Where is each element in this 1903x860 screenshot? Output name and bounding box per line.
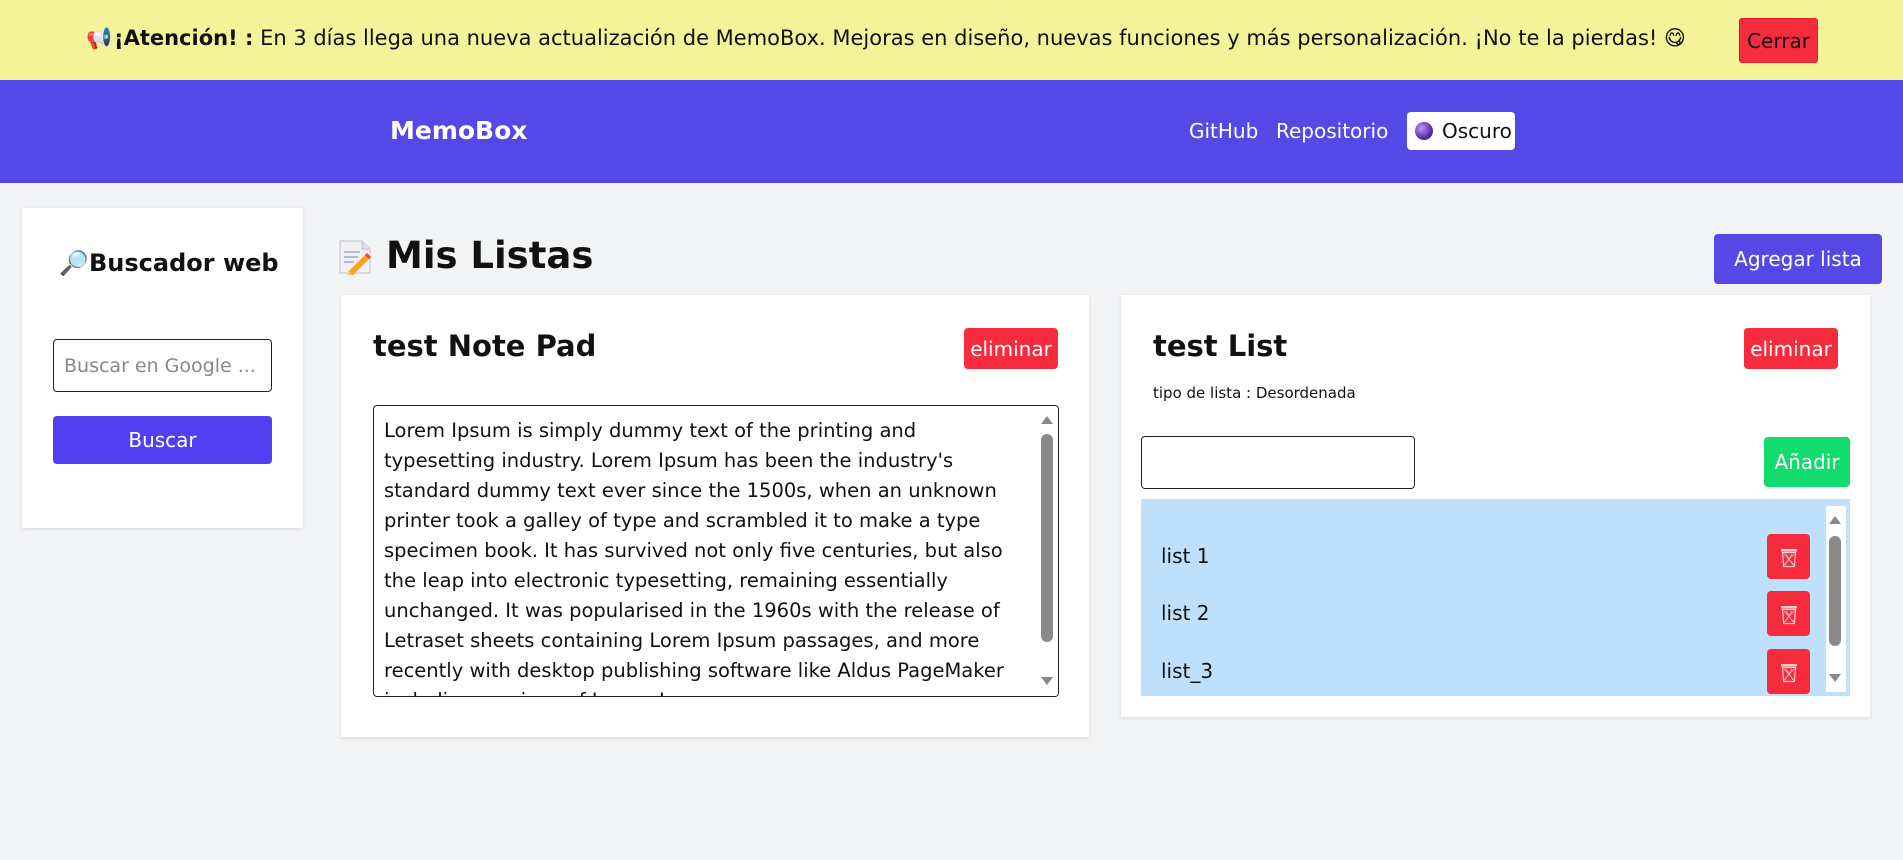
trash-icon <box>1780 605 1797 624</box>
megaphone-icon: 📢 <box>86 26 113 50</box>
note-scrollbar[interactable] <box>1038 406 1058 696</box>
nav-link-github[interactable]: GitHub <box>1189 119 1258 143</box>
page-heading: Mis Listas <box>338 234 593 277</box>
note-textarea[interactable]: Lorem Ipsum is simply dummy text of the … <box>373 405 1059 697</box>
search-button[interactable]: Buscar <box>53 416 272 464</box>
list-title: test List <box>1153 329 1288 363</box>
web-search-card: 🔎Buscador web Buscar <box>22 208 303 528</box>
scroll-thumb[interactable] <box>1041 434 1053 642</box>
theme-toggle-label: Oscuro <box>1442 119 1512 143</box>
theme-toggle-button[interactable]: Oscuro <box>1407 112 1515 150</box>
list-item: list 2 <box>1141 591 1821 641</box>
note-content: Lorem Ipsum is simply dummy text of the … <box>384 419 1004 696</box>
search-input[interactable] <box>53 339 272 392</box>
add-item-button[interactable]: Añadir <box>1764 437 1850 487</box>
trash-icon <box>1780 548 1797 567</box>
announcement-message: En 3 días llega una nueva actualización … <box>260 26 1686 50</box>
list-scrollbar[interactable] <box>1826 506 1846 692</box>
announcement-banner: 📢¡Atención! : En 3 días llega una nueva … <box>0 0 1903 80</box>
list-type-label: tipo de lista : Desordenada <box>1153 384 1356 402</box>
note-card: test Note Pad eliminar Lorem Ipsum is si… <box>341 295 1089 737</box>
close-banner-button[interactable]: Cerrar <box>1739 18 1818 63</box>
list-item-input[interactable] <box>1141 436 1415 489</box>
web-search-title: 🔎Buscador web <box>59 246 279 281</box>
list-item-label: list 2 <box>1161 601 1210 625</box>
list-item: list 1 <box>1141 534 1821 584</box>
page-title: Mis Listas <box>386 234 594 277</box>
trash-icon <box>1780 663 1797 682</box>
moon-icon <box>1415 122 1433 140</box>
delete-list-button[interactable]: eliminar <box>1744 328 1838 369</box>
list-items-container: list 1 list 2 list_3 <box>1141 499 1850 696</box>
scroll-thumb[interactable] <box>1829 536 1841 646</box>
note-title: test Note Pad <box>373 329 597 363</box>
add-list-button[interactable]: Agregar lista <box>1714 234 1882 284</box>
magnifier-icon: 🔎 <box>59 249 89 277</box>
announcement-text: 📢¡Atención! : En 3 días llega una nueva … <box>86 26 1686 51</box>
scroll-up-arrow-icon[interactable] <box>1041 416 1053 424</box>
brand-logo[interactable]: MemoBox <box>390 116 527 145</box>
scroll-down-arrow-icon[interactable] <box>1829 674 1841 682</box>
delete-item-button[interactable] <box>1767 649 1810 694</box>
list-item: list_3 <box>1141 649 1821 696</box>
delete-item-button[interactable] <box>1767 534 1810 579</box>
scroll-down-arrow-icon[interactable] <box>1041 677 1053 685</box>
scroll-up-arrow-icon[interactable] <box>1829 516 1841 524</box>
delete-note-button[interactable]: eliminar <box>964 328 1058 369</box>
delete-item-button[interactable] <box>1767 591 1810 636</box>
web-search-title-text: Buscador web <box>89 249 279 277</box>
list-item-label: list_3 <box>1161 659 1214 683</box>
navbar: MemoBox GitHub Repositorio Oscuro <box>0 80 1903 183</box>
nav-link-repositorio[interactable]: Repositorio <box>1276 119 1388 143</box>
list-card: test List eliminar tipo de lista : Desor… <box>1121 295 1870 717</box>
memo-icon <box>339 239 371 275</box>
list-item-label: list 1 <box>1161 544 1210 568</box>
announcement-label: ¡Atención! : <box>114 26 254 50</box>
